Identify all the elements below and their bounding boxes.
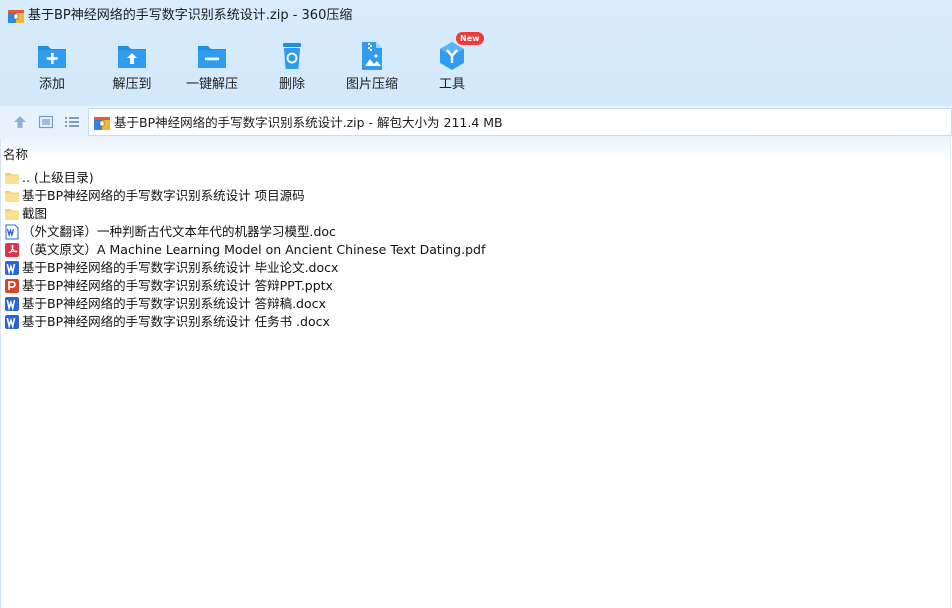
folder-icon [5,191,19,202]
word-icon [5,315,19,330]
add-button[interactable]: 添加 [12,36,92,100]
image-compress-icon [362,42,382,70]
list-item-source-folder[interactable]: 基于BP神经网络的手写数字识别系统设计 项目源码 [4,187,944,205]
pdf-icon [5,243,19,257]
file-name: 基于BP神经网络的手写数字识别系统设计 项目源码 [22,188,305,203]
tools-label: 工具 [438,77,465,92]
file-name: 截图 [22,206,48,221]
word-doc-icon [5,224,19,240]
tools-button[interactable]: New 工具 [412,32,492,100]
list-item-parent-dir[interactable]: .. (上级目录) [4,169,944,187]
recycle-bin-icon [283,43,301,69]
column-header-name[interactable]: 名称 [3,147,28,163]
word-icon [5,261,19,276]
one-click-extract-icon [198,46,226,68]
one-click-extract-button[interactable]: 一键解压 [172,36,252,100]
folder-icon [5,209,19,220]
powerpoint-icon [5,279,19,293]
list-item-thesis-docx[interactable]: 基于BP神经网络的手写数字识别系统设计 毕业论文.docx [4,259,944,277]
toolbar: 添加 解压到 一键解压 删除 图片压缩 New 工具 [0,32,952,102]
list-item-doc[interactable]: （外文翻译）一种判断古代文本年代的机器学习模型.doc [4,223,944,241]
list-view-icon[interactable] [64,114,80,130]
extract-to-button[interactable]: 解压到 [92,36,172,100]
file-name: 基于BP神经网络的手写数字识别系统设计 答辩稿.docx [22,296,326,311]
top-bar: 基于BP神经网络的手写数字识别系统设计.zip - 360压缩 添加 解压到 一… [0,0,952,106]
list-item-pptx[interactable]: 基于BP神经网络的手写数字识别系统设计 答辩PPT.pptx [4,277,944,295]
file-name: 基于BP神经网络的手写数字识别系统设计 毕业论文.docx [22,260,339,275]
extract-to-label: 解压到 [112,77,152,92]
list-item-pdf[interactable]: （英文原文）A Machine Learning Model on Ancien… [4,241,944,259]
word-icon [5,297,19,312]
image-compress-button[interactable]: 图片压缩 [332,36,412,100]
file-name: 基于BP神经网络的手写数字识别系统设计 任务书 .docx [22,314,330,329]
file-name: .. (上级目录) [22,170,94,185]
list-item-task-docx[interactable]: 基于BP神经网络的手写数字识别系统设计 任务书 .docx [4,313,944,331]
folder-icon [5,173,19,184]
add-label: 添加 [38,77,65,92]
thumbnail-view-icon[interactable] [38,114,54,130]
address-text: 基于BP神经网络的手写数字识别系统设计.zip - 解包大小为 211.4 MB [114,115,503,130]
extract-to-icon [118,46,146,68]
archive-icon [8,10,24,23]
window-title: 基于BP神经网络的手写数字识别系统设计.zip - 360压缩 [28,8,353,23]
address-row: 基于BP神经网络的手写数字识别系统设计.zip - 解包大小为 211.4 MB [0,106,952,138]
archive-icon [94,117,110,130]
list-item-screenshots-folder[interactable]: 截图 [4,205,944,223]
title-bar: 基于BP神经网络的手写数字识别系统设计.zip - 360压缩 [0,0,952,32]
file-name: （英文原文）A Machine Learning Model on Ancien… [22,242,486,257]
up-arrow-icon[interactable] [12,114,28,130]
one-click-extract-label: 一键解压 [185,77,238,92]
file-name: 基于BP神经网络的手写数字识别系统设计 答辩PPT.pptx [22,278,333,293]
list-item-speech-docx[interactable]: 基于BP神经网络的手写数字识别系统设计 答辩稿.docx [4,295,944,313]
file-list-pane: 名称 .. (上级目录) 基于BP神经网络的手写数字识别系统设计 项目源码 截图 [0,138,951,608]
add-folder-icon [38,46,66,68]
new-badge: New [456,32,484,45]
file-list: .. (上级目录) 基于BP神经网络的手写数字识别系统设计 项目源码 截图 （外… [4,169,944,331]
file-name: （外文翻译）一种判断古代文本年代的机器学习模型.doc [22,224,336,239]
app-window: 基于BP神经网络的手写数字识别系统设计.zip - 360压缩 添加 解压到 一… [0,0,952,608]
address-bar[interactable]: 基于BP神经网络的手写数字识别系统设计.zip - 解包大小为 211.4 MB [88,108,952,136]
image-compress-label: 图片压缩 [345,77,398,92]
delete-button[interactable]: 删除 [252,36,332,100]
delete-label: 删除 [278,77,305,92]
